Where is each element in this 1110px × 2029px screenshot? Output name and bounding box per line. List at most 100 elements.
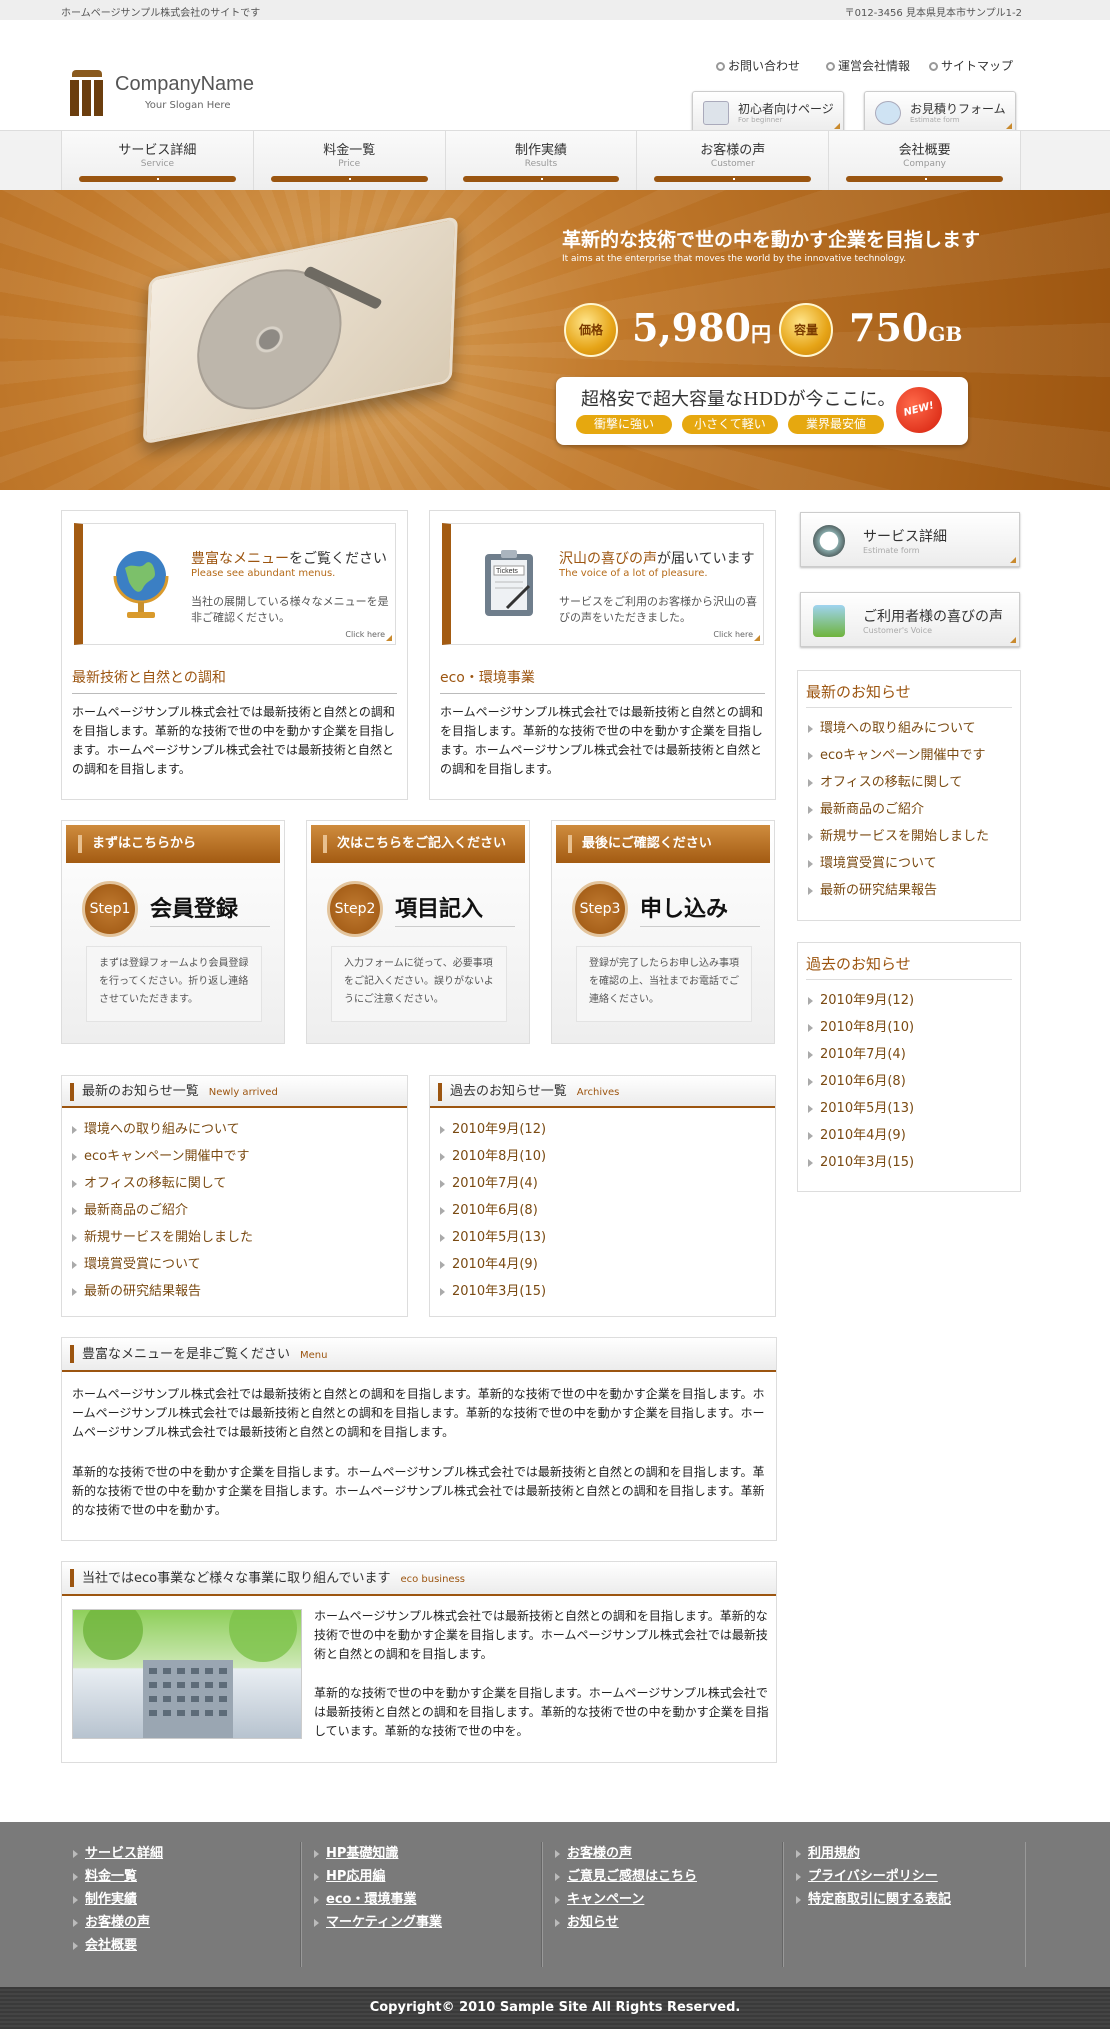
step-header: 次はこちらをご記入ください [311, 825, 525, 863]
archive-item[interactable]: 2010年4月(9) [440, 1251, 546, 1278]
side-archive-item[interactable]: 2010年6月(8) [808, 1068, 914, 1095]
capacity-value: 750GB [849, 305, 963, 350]
side-service-button[interactable]: サービス詳細 Estimate form [800, 512, 1020, 567]
eco-paragraph-2: 革新的な技術で世の中を動かす企業を目指します。ホームページサンプル株式会社では最… [314, 1686, 769, 1738]
footer-link[interactable]: プライバシーポリシー [796, 1865, 951, 1888]
hero-subtitle: It aims at the enterprise that moves the… [562, 254, 907, 264]
footer-link[interactable]: お知らせ [555, 1911, 697, 1934]
news-item[interactable]: 環境賞受賞について [72, 1251, 253, 1278]
news-item[interactable]: 環境への取り組みについて [72, 1116, 253, 1143]
footer-link[interactable]: キャンペーン [555, 1888, 697, 1911]
side-news-item[interactable]: オフィスの移転に関して [808, 769, 989, 796]
side-archive-item[interactable]: 2010年5月(13) [808, 1095, 914, 1122]
footer-link[interactable]: マーケティング事業 [314, 1911, 442, 1934]
promo-box-menu: 豊富なメニューをご覧ください Please see abundant menus… [61, 510, 408, 800]
footer-link[interactable]: お客様の声 [73, 1911, 163, 1934]
nav-service[interactable]: サービス詳細 Service [61, 131, 253, 191]
side-news-item[interactable]: 最新商品のご紹介 [808, 796, 989, 823]
side-archive-item[interactable]: 2010年7月(4) [808, 1041, 914, 1068]
footer-link[interactable]: ご意見ご感想はこちら [555, 1865, 697, 1888]
link-company-info[interactable]: 運営会社情報 [826, 57, 910, 74]
archive-item[interactable]: 2010年9月(12) [440, 1116, 546, 1143]
side-news-item[interactable]: 環境賞受賞について [808, 850, 989, 877]
logo-icon [67, 70, 107, 116]
menu-paragraph-1: ホームページサンプル株式会社では最新技術と自然との調和を目指します。革新的な技術… [72, 1387, 765, 1439]
click-here-link[interactable]: Click here [345, 630, 385, 639]
nav-company[interactable]: 会社概要 Company [828, 131, 1021, 191]
footer-link[interactable]: 料金一覧 [73, 1865, 163, 1888]
side-archive-item[interactable]: 2010年9月(12) [808, 987, 914, 1014]
news-item[interactable]: 最新の研究結果報告 [72, 1278, 253, 1305]
promo-body: ホームページサンプル株式会社では最新技術と自然との調和を目指します。革新的な技術… [440, 705, 763, 776]
side-archive-item[interactable]: 2010年4月(9) [808, 1122, 914, 1149]
archive-item[interactable]: 2010年3月(15) [440, 1278, 546, 1305]
magnifier-icon [875, 101, 901, 125]
archive-item[interactable]: 2010年8月(10) [440, 1143, 546, 1170]
side-news-item[interactable]: 環境への取り組みについて [808, 715, 989, 742]
eco-paragraph-1: ホームページサンプル株式会社では最新技術と自然との調和を目指します。革新的な技術… [314, 1609, 768, 1661]
price-badge: 価格 [564, 303, 618, 357]
footer-link[interactable]: 特定商取引に関する表記 [796, 1888, 951, 1911]
archive-list-title: 過去のお知らせ一覧 [450, 1084, 567, 1099]
news-item[interactable]: 新規サービスを開始しました [72, 1224, 253, 1251]
slogan: Your Slogan Here [145, 100, 231, 111]
step-desc: まずは登録フォームより会員登録を行ってください。折り返し連絡させていただきます。 [86, 946, 262, 1022]
svg-text:Tickets: Tickets [496, 568, 518, 575]
global-nav: サービス詳細 Service 料金一覧 Price 制作実績 Results お客様の… [0, 130, 1110, 191]
news-item[interactable]: オフィスの移転に関して [72, 1170, 253, 1197]
click-here-link[interactable]: Click here [713, 630, 753, 639]
step-header: まずはこちらから [66, 825, 280, 863]
side-news-item[interactable]: 最新の研究結果報告 [808, 877, 989, 904]
news-list-box: 最新のお知らせ一覧 Newly arrived 環境への取り組みについて ecoキ… [61, 1075, 408, 1317]
side-archive-item[interactable]: 2010年3月(15) [808, 1149, 914, 1176]
step-desc: 登録が完了したらお申し込み事項を確認の上、当社までお電話でご連絡ください。 [576, 946, 752, 1022]
hero-catch-box: 超格安で超大容量なHDDが今ここに。 衝撃に強い 小さくて軽い 業界最安値 NE… [556, 377, 968, 445]
archive-item[interactable]: 2010年6月(8) [440, 1197, 546, 1224]
side-news-box: 最新のお知らせ 環境への取り組みについて ecoキャンペーン開催中です オフィス… [797, 670, 1021, 921]
step-badge: Step2 [327, 881, 383, 937]
side-news-list: 環境への取り組みについて ecoキャンペーン開催中です オフィスの移転に関して … [808, 715, 989, 904]
footer-link[interactable]: HP応用編 [314, 1865, 442, 1888]
promo-banner-voice[interactable]: Tickets 沢山の喜びの声が届いています The voice of a lo… [442, 523, 764, 645]
step-title: 申し込み [640, 896, 729, 922]
beginner-button[interactable]: 初心者向けページ For beginner [692, 91, 844, 133]
address: 〒012-3456 見本県見本市サンプル1-2 [844, 8, 1022, 19]
news-item[interactable]: 最新商品のご紹介 [72, 1197, 253, 1224]
bullet-icon [826, 62, 835, 71]
footer-col-4: 利用規約 プライバシーポリシー 特定商取引に関する表記 [784, 1842, 1026, 1967]
promo-heading: eco・環境事業 [440, 670, 535, 686]
footer-link[interactable]: HP基礎知識 [314, 1842, 442, 1865]
feature-pill: 小さくて軽い [682, 415, 778, 434]
news-list-title: 最新のお知らせ一覧 [82, 1084, 199, 1099]
footer-link[interactable]: eco・環境事業 [314, 1888, 442, 1911]
side-archive-item[interactable]: 2010年8月(10) [808, 1014, 914, 1041]
archive-item[interactable]: 2010年7月(4) [440, 1170, 546, 1197]
link-contact[interactable]: お問い合わせ [716, 57, 800, 74]
side-news-item[interactable]: ecoキャンペーン開催中です [808, 742, 989, 769]
footer-link[interactable]: 利用規約 [796, 1842, 951, 1865]
step-desc: 入力フォームに従って、必要事項をご記入ください。誤りがないようにご注意ください。 [331, 946, 507, 1022]
nav-results[interactable]: 制作実績 Results [444, 131, 637, 191]
step-title: 項目記入 [395, 896, 484, 922]
footer-link[interactable]: サービス詳細 [73, 1842, 163, 1865]
footer-link[interactable]: お客様の声 [555, 1842, 697, 1865]
landscape-icon [813, 605, 845, 637]
estimate-button[interactable]: お見積りフォーム Estimate form [864, 91, 1016, 133]
company-name: CompanyName [115, 73, 254, 95]
header: CompanyName Your Slogan Here お問い合わせ 運営会社… [0, 20, 1110, 133]
promo-banner-menu[interactable]: 豊富なメニューをご覧ください Please see abundant menus… [74, 523, 396, 645]
news-item[interactable]: ecoキャンペーン開催中です [72, 1143, 253, 1170]
news-list: 環境への取り組みについて ecoキャンペーン開催中です オフィスの移転に関して … [72, 1116, 253, 1305]
nav-price[interactable]: 料金一覧 Price [252, 131, 445, 191]
clipboard-icon: Tickets [479, 546, 539, 620]
nav-customer[interactable]: お客様の声 Customer [636, 131, 829, 191]
site-tagline: ホームページサンプル株式会社のサイトです [61, 8, 261, 19]
side-news-item[interactable]: 新規サービスを開始しました [808, 823, 989, 850]
side-voice-button[interactable]: ご利用者様の喜びの声 Customer's Voice [800, 592, 1020, 647]
hero-banner: 革新的な技術で世の中を動かす企業を目指します It aims at the en… [0, 190, 1110, 490]
logo[interactable]: CompanyName Your Slogan Here [67, 50, 267, 120]
link-sitemap[interactable]: サイトマップ [929, 57, 1013, 74]
footer-link[interactable]: 会社概要 [73, 1934, 163, 1957]
footer-link[interactable]: 制作実績 [73, 1888, 163, 1911]
archive-item[interactable]: 2010年5月(13) [440, 1224, 546, 1251]
